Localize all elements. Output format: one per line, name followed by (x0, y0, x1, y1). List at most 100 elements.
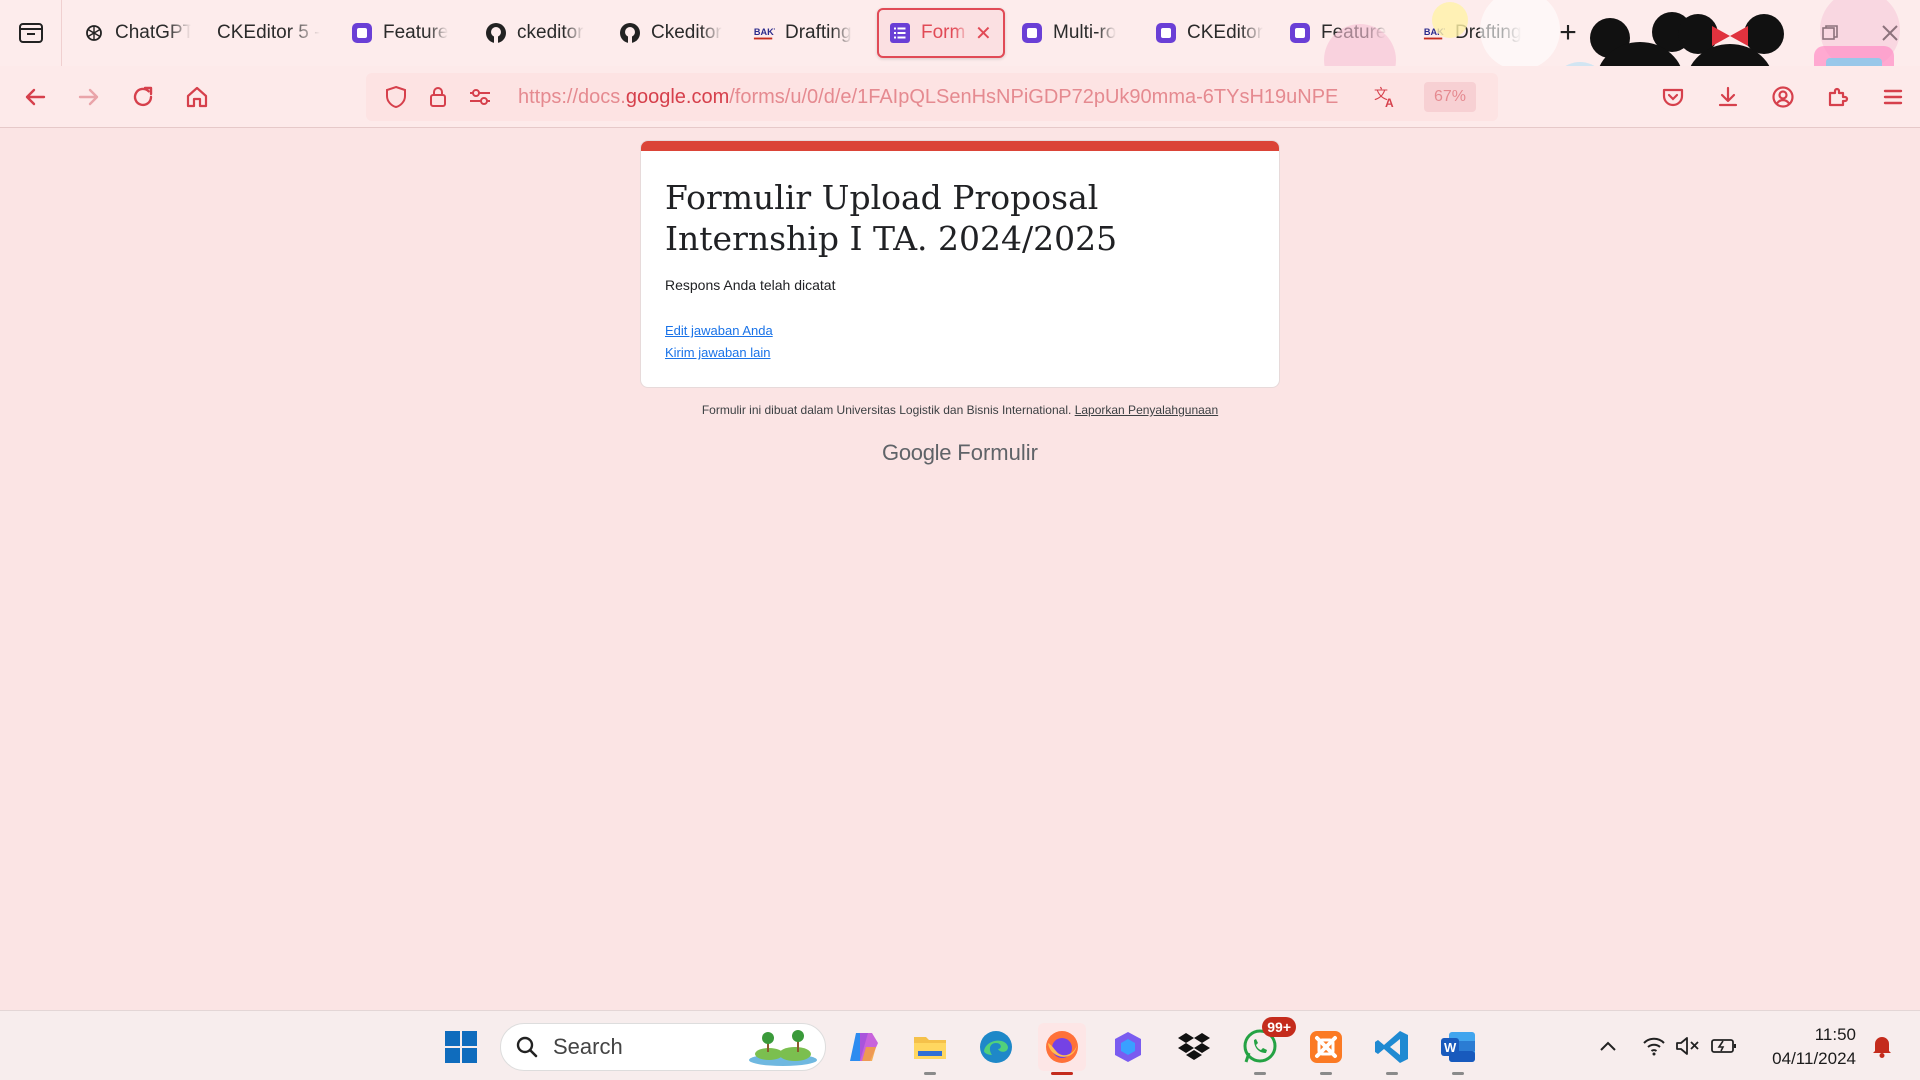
home-button[interactable] (170, 70, 224, 124)
tab-label: CKEditor 5 - (217, 22, 321, 43)
vscode-button[interactable] (1368, 1023, 1416, 1075)
translate-icon[interactable]: 文A (1368, 79, 1404, 115)
tab-chatgpt[interactable]: ChatGPT (73, 8, 201, 58)
start-button[interactable] (437, 1023, 485, 1071)
form-footer-note: Formulir ini dibuat dalam Universitas Lo… (640, 403, 1280, 417)
xampp-button[interactable] (1302, 1023, 1350, 1075)
tabs: ChatGPT CKEditor 5 - Feature ckeditor Ck… (62, 0, 1588, 66)
pocket-button[interactable] (1645, 70, 1700, 124)
back-button[interactable] (8, 70, 62, 124)
tab-feature[interactable]: Feature (341, 8, 469, 58)
window-controls (1740, 0, 1920, 66)
submit-another-response-link[interactable]: Kirim jawaban lain (665, 345, 1255, 360)
url-text[interactable]: https://docs.google.com/forms/u/0/d/e/1F… (518, 86, 1358, 109)
home-icon (186, 86, 208, 107)
volume-status[interactable] (1670, 1011, 1706, 1080)
menu-button[interactable] (1865, 70, 1920, 124)
reload-icon (133, 86, 153, 106)
taskbar-search-box[interactable]: Search (500, 1023, 826, 1071)
tab-label: Feature (383, 22, 449, 43)
tab-drafting[interactable]: BAKTI Drafting (743, 8, 871, 58)
forms-wordmark: Formulir (957, 440, 1038, 465)
new-tab-button[interactable]: + (1548, 13, 1588, 53)
account-icon (1771, 86, 1794, 108)
close-tab-icon[interactable]: ✕ (975, 21, 992, 46)
battery-status[interactable] (1706, 1011, 1742, 1080)
list-all-tabs-button[interactable] (0, 0, 62, 66)
ckeditor-icon (351, 22, 373, 44)
site-permissions-icon[interactable] (462, 79, 498, 115)
battery-charging-icon (1711, 1039, 1736, 1053)
account-button[interactable] (1755, 70, 1810, 124)
folder-icon (914, 1037, 946, 1059)
xampp-icon (1310, 1031, 1342, 1063)
vscode-icon (1375, 1031, 1408, 1063)
footer-text: Formulir ini dibuat dalam Universitas Lo… (701, 403, 1072, 417)
whatsapp-button[interactable]: 99+ (1236, 1017, 1296, 1075)
dropbox-button[interactable] (1170, 1023, 1218, 1071)
pocket-icon (1662, 88, 1683, 107)
tab-multi-root[interactable]: Multi-ro (1011, 8, 1139, 58)
tracking-protection-shield-icon[interactable] (378, 79, 414, 115)
dropbox-icon (1178, 1033, 1210, 1060)
forward-button[interactable] (62, 70, 116, 124)
response-recorded-message: Respons Anda telah dicatat (665, 277, 836, 293)
copilot-365-button[interactable] (1104, 1023, 1152, 1071)
bakti-icon: BAKTI (753, 22, 775, 44)
tab-feature-2[interactable]: Feature (1279, 8, 1407, 58)
notification-center-button[interactable] (1862, 1011, 1902, 1080)
file-explorer-button[interactable] (906, 1023, 954, 1075)
report-abuse-link[interactable]: Laporkan Penyalahgunaan (1075, 403, 1218, 417)
arrow-right-icon (78, 88, 99, 105)
toolbar-right (1645, 66, 1920, 128)
windows-logo-icon (445, 1031, 477, 1063)
clock-time: 11:50 (1814, 1025, 1856, 1044)
chevron-up-icon (1600, 1041, 1616, 1051)
copilot-button[interactable] (840, 1023, 888, 1071)
bakti-icon: BAKTI (1423, 22, 1445, 44)
tab-drafting-2[interactable]: BAKTI Drafting (1413, 8, 1541, 58)
system-clock[interactable]: 11:50 04/11/2024 (1772, 1023, 1856, 1071)
lock-icon[interactable] (420, 79, 456, 115)
url-path: /forms/u/0/d/e/1FAIpQLSenHsNPiGDP72pUk90… (729, 85, 1339, 108)
address-bar[interactable]: https://docs.google.com/forms/u/0/d/e/1F… (366, 73, 1498, 121)
tab-ckeditor-github-2[interactable]: Ckeditor (609, 8, 737, 58)
github-icon (619, 22, 641, 44)
ckeditor-icon (1021, 22, 1043, 44)
url-prefix: https://docs. (518, 85, 626, 108)
tab-ckeditor5[interactable]: CKEditor 5 - (207, 8, 335, 58)
clock-date: 04/11/2024 (1772, 1049, 1856, 1068)
edge-icon (980, 1031, 1012, 1063)
svg-text:BAKTI: BAKTI (754, 27, 775, 37)
restore-button[interactable] (1800, 0, 1860, 66)
search-placeholder: Search (553, 1034, 623, 1059)
svg-text:W: W (1444, 1040, 1457, 1055)
zoom-level-badge[interactable]: 67% (1424, 82, 1477, 112)
close-window-button[interactable] (1860, 0, 1920, 66)
tab-ckeditor-github[interactable]: ckeditor (475, 8, 603, 58)
google-forms-logo[interactable]: Google Formulir (640, 440, 1280, 466)
hamburger-icon (1883, 89, 1902, 105)
minimize-button[interactable] (1740, 0, 1800, 66)
tab-google-form[interactable]: Form ✕ (877, 8, 1005, 58)
downloads-button[interactable] (1700, 70, 1755, 124)
tab-label: Form (921, 22, 966, 43)
arrow-left-icon (25, 88, 46, 105)
openai-icon (83, 22, 105, 44)
edit-response-link[interactable]: Edit jawaban Anda (665, 323, 1255, 338)
tab-label: Ckeditor (651, 22, 722, 43)
download-icon (1718, 86, 1737, 107)
tab-ckeditor[interactable]: CKEditor (1145, 8, 1273, 58)
reload-button[interactable] (116, 70, 170, 124)
form-accent-bar (641, 141, 1279, 151)
tab-label: CKEditor (1187, 22, 1263, 43)
wifi-status[interactable] (1636, 1011, 1672, 1080)
firefox-icon (1046, 1031, 1078, 1063)
word-button[interactable]: W (1434, 1023, 1482, 1075)
navigation-toolbar: https://docs.google.com/forms/u/0/d/e/1F… (0, 66, 1920, 128)
extensions-button[interactable] (1810, 70, 1865, 124)
edge-button[interactable] (972, 1023, 1020, 1071)
firefox-button[interactable] (1038, 1023, 1086, 1075)
show-hidden-icons-button[interactable] (1590, 1011, 1626, 1080)
search-icon (516, 1036, 538, 1058)
